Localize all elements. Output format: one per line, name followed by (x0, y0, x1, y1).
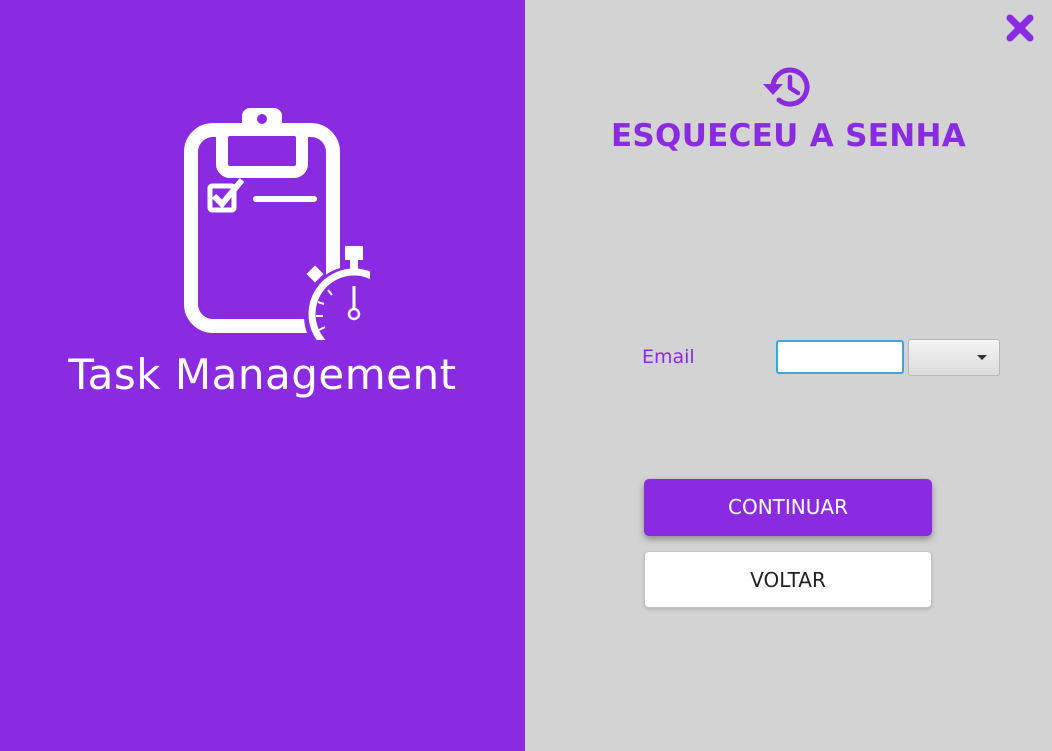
branding-panel: Task Management (0, 0, 525, 751)
clipboard-stopwatch-icon (184, 108, 370, 340)
continue-button[interactable]: CONTINUAR (644, 479, 932, 536)
history-icon (763, 67, 810, 107)
forgot-password-panel: ESQUECEU A SENHA Email CONTINUAR VOLTAR (525, 0, 1052, 751)
email-domain-dropdown[interactable] (908, 339, 1000, 376)
close-icon[interactable] (1006, 14, 1034, 42)
back-button[interactable]: VOLTAR (644, 551, 932, 608)
chevron-down-icon (977, 355, 987, 360)
email-label: Email (642, 346, 695, 368)
forgot-password-window: Task Management ESQUECEU A SENHA Email C… (0, 0, 1052, 751)
app-title: Task Management (68, 350, 457, 399)
page-title: ESQUECEU A SENHA (610, 118, 967, 154)
email-field[interactable] (776, 340, 904, 374)
